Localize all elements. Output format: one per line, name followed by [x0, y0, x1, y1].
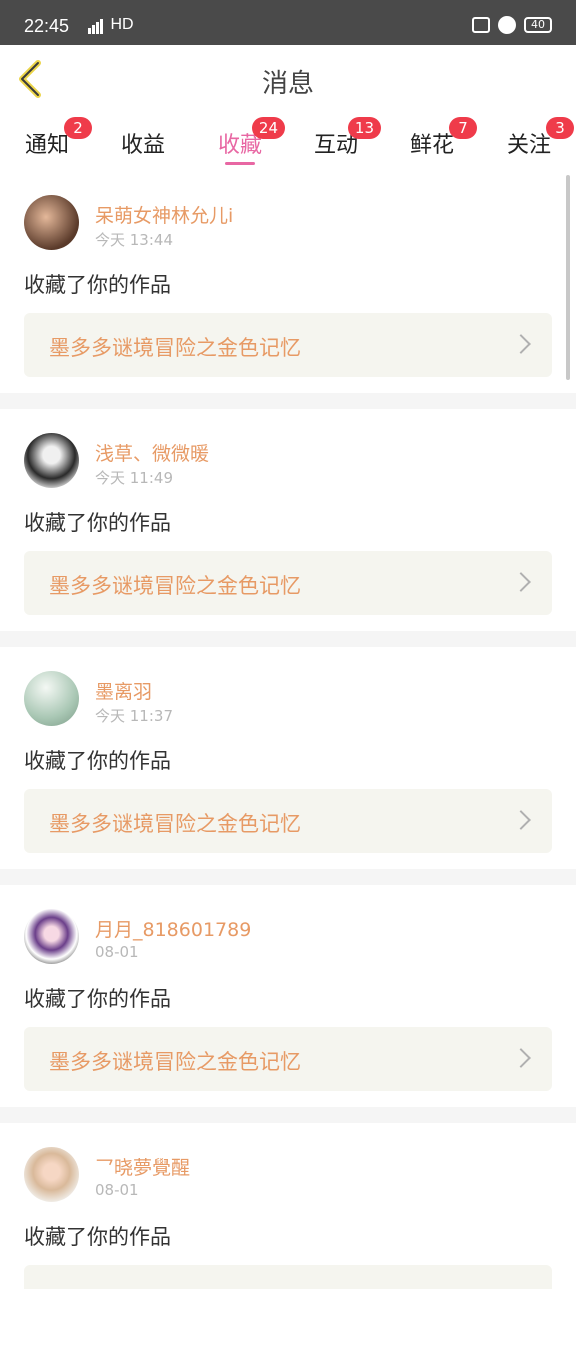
page-title: 消息	[261, 69, 314, 99]
tab-label: 通知	[24, 133, 69, 158]
message-card[interactable]: 乛晓夢覺醒 08-01 收藏了你的作品	[0, 1123, 576, 1345]
vibrate-icon	[472, 17, 490, 33]
message-card[interactable]: 浅草、微微暖 今天 11:49 收藏了你的作品 墨多多谜境冒险之金色记忆	[0, 409, 576, 631]
message-action: 收藏了你的作品	[24, 511, 171, 535]
network-indicator: HD	[88, 16, 134, 34]
work-link[interactable]	[24, 1265, 552, 1289]
tab-notify[interactable]: 通知 2	[12, 117, 92, 159]
message-action: 收藏了你的作品	[24, 987, 171, 1011]
hd-label: HD	[110, 16, 134, 33]
chevron-right-icon	[511, 810, 531, 830]
chevron-right-icon	[511, 572, 531, 592]
message-action: 收藏了你的作品	[24, 749, 171, 773]
message-time: 今天 13:44	[95, 231, 173, 249]
tab-flowers[interactable]: 鲜花 7	[397, 117, 477, 159]
message-card[interactable]: 呆萌女神林允儿i 今天 13:44 收藏了你的作品 墨多多谜境冒险之金色记忆	[0, 171, 576, 393]
avatar[interactable]	[24, 1147, 79, 1202]
work-link[interactable]: 墨多多谜境冒险之金色记忆	[24, 789, 552, 853]
message-time: 08-01	[95, 1181, 139, 1199]
alarm-icon	[498, 16, 516, 34]
message-time: 08-01	[95, 943, 139, 961]
tab-label: 鲜花	[409, 133, 454, 158]
username[interactable]: 月月_818601789	[95, 915, 251, 942]
tab-earnings[interactable]: 收益	[108, 123, 178, 159]
username[interactable]: 浅草、微微暖	[95, 439, 209, 466]
work-link[interactable]: 墨多多谜境冒险之金色记忆	[24, 313, 552, 377]
tab-label: 关注	[506, 133, 551, 158]
message-card[interactable]: 墨离羽 今天 11:37 收藏了你的作品 墨多多谜境冒险之金色记忆	[0, 647, 576, 869]
tab-badge: 7	[449, 117, 477, 139]
username[interactable]: 墨离羽	[95, 677, 152, 704]
message-action: 收藏了你的作品	[24, 273, 171, 297]
tab-badge: 2	[64, 117, 92, 139]
avatar[interactable]	[24, 433, 79, 488]
work-link[interactable]: 墨多多谜境冒险之金色记忆	[24, 551, 552, 615]
status-time: 22:45	[24, 16, 70, 36]
avatar[interactable]	[24, 195, 79, 250]
avatar[interactable]	[24, 909, 79, 964]
work-title: 墨多多谜境冒险之金色记忆	[49, 574, 301, 598]
chevron-right-icon	[511, 1048, 531, 1068]
message-action: 收藏了你的作品	[24, 1225, 171, 1249]
message-time: 今天 11:49	[95, 469, 173, 487]
message-time: 今天 11:37	[95, 707, 173, 725]
tab-badge: 3	[546, 117, 574, 139]
message-card[interactable]: 月月_818601789 08-01 收藏了你的作品 墨多多谜境冒险之金色记忆	[0, 885, 576, 1107]
tab-follow[interactable]: 关注 3	[494, 117, 574, 159]
chevron-right-icon	[511, 334, 531, 354]
tab-interaction[interactable]: 互动 13	[301, 117, 381, 159]
header: 消息	[0, 45, 576, 115]
tab-badge: 24	[251, 117, 285, 139]
work-title: 墨多多谜境冒险之金色记忆	[49, 336, 301, 360]
work-title: 墨多多谜境冒险之金色记忆	[49, 1050, 301, 1074]
work-title: 墨多多谜境冒险之金色记忆	[49, 812, 301, 836]
username[interactable]: 呆萌女神林允儿i	[95, 201, 233, 228]
tab-badge: 13	[347, 117, 381, 139]
work-link[interactable]: 墨多多谜境冒险之金色记忆	[24, 1027, 552, 1091]
tab-favorites[interactable]: 收藏 24	[205, 117, 285, 165]
tab-label: 收益	[120, 133, 165, 158]
avatar[interactable]	[24, 671, 79, 726]
status-bar: 22:45 HD 40	[0, 0, 576, 45]
battery-icon: 40	[524, 17, 552, 33]
tab-bar: 通知 2 收益 收藏 24 互动 13 鲜花 7 关注 3	[0, 115, 576, 171]
username[interactable]: 乛晓夢覺醒	[95, 1153, 190, 1180]
scrollbar[interactable]	[566, 175, 570, 380]
signal-icon	[88, 16, 104, 34]
